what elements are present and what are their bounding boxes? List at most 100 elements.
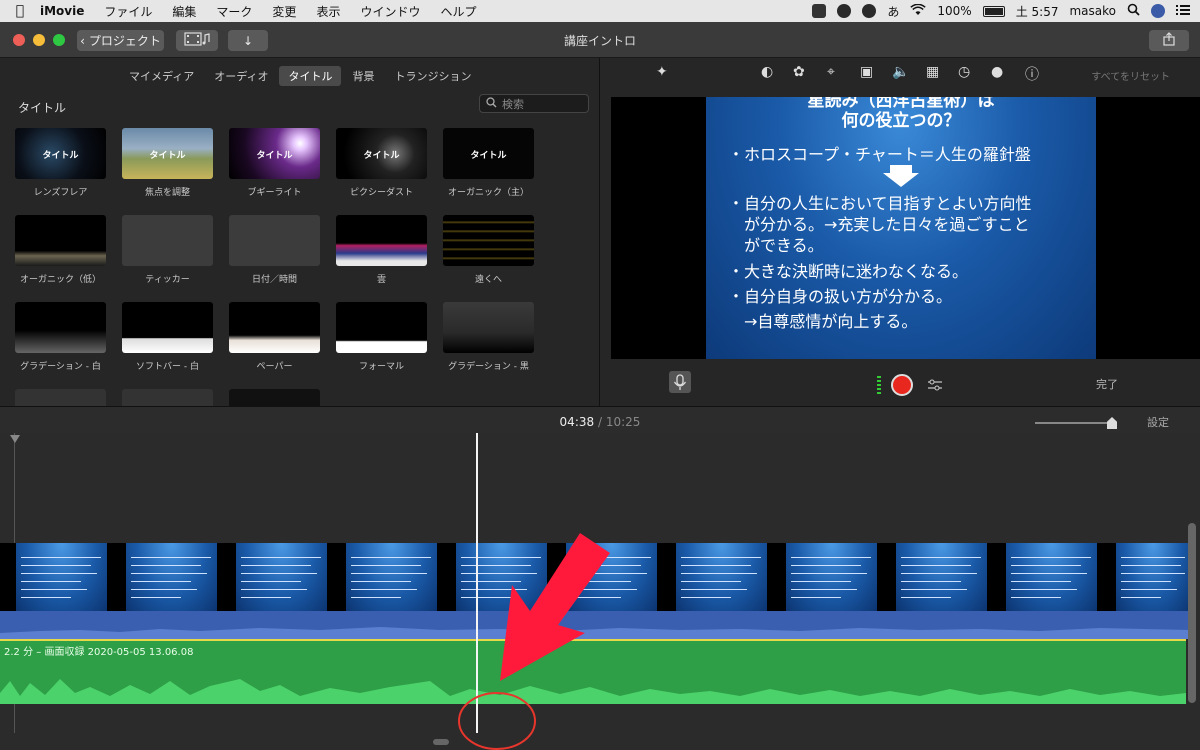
equalizer-icon[interactable]: ▦ <box>926 64 939 80</box>
timeline-horizontal-scrollbar[interactable] <box>433 739 449 745</box>
timecode: 04:38 / 10:25 <box>0 415 1200 429</box>
tab-audio[interactable]: オーディオ <box>205 66 277 86</box>
title-item[interactable]: タイトル ピクシーダスト <box>336 128 427 215</box>
time-separator: / <box>597 415 603 429</box>
film-frame <box>566 543 657 611</box>
title-item[interactable]: オーガニック（低） <box>15 215 106 302</box>
timeline[interactable]: 2.2 分 – 画面収録 2020-05-05 13.06.08 <box>0 433 1200 750</box>
video-filmstrip[interactable] <box>0 543 1190 611</box>
menubar-clock[interactable]: 土 5:57 <box>1016 3 1059 20</box>
title-item[interactable]: 雲 <box>336 215 427 302</box>
title-item-label: レンズフレア <box>33 188 88 198</box>
magic-wand-icon[interactable]: ✦ <box>656 64 668 80</box>
title-item[interactable] <box>122 389 213 406</box>
slide-bullet: ・ホロスコープ・チャート＝人生の羅針盤 <box>728 145 1031 164</box>
speed-icon[interactable]: ◷ <box>958 64 970 80</box>
menu-modify[interactable]: 変更 <box>272 3 296 20</box>
title-item[interactable]: タイトル レンズフレア <box>15 128 106 215</box>
slide-arrow-down-icon <box>883 173 919 187</box>
title-item-label: オーガニック（主） <box>447 188 529 198</box>
clip-filter-icon[interactable]: ● <box>991 64 1003 80</box>
tab-titles[interactable]: タイトル <box>279 66 342 86</box>
stabilization-icon[interactable]: ▣ <box>860 64 873 80</box>
search-placeholder: 検索 <box>502 97 524 111</box>
title-item[interactable] <box>229 389 320 406</box>
siri-icon[interactable] <box>1151 4 1165 18</box>
title-item-label: 雲 <box>376 275 386 285</box>
menu-mark[interactable]: マーク <box>216 3 252 20</box>
film-frame <box>896 543 987 611</box>
record-button[interactable] <box>891 374 913 396</box>
zoom-slider-track[interactable] <box>1035 422 1115 424</box>
spotlight-icon[interactable] <box>1127 3 1140 19</box>
title-item[interactable]: フォーマル <box>336 302 427 389</box>
thumbnail-text: タイトル <box>256 151 293 161</box>
audio-clip[interactable]: 2.2 分 – 画面収録 2020-05-05 13.06.08 <box>0 641 1186 704</box>
start-triangle-icon <box>10 435 20 443</box>
color-balance-icon[interactable]: ◐ <box>761 64 773 80</box>
volume-icon[interactable]: 🔈 <box>892 64 909 80</box>
tab-backgrounds[interactable]: 背景 <box>343 66 383 86</box>
tab-my-media[interactable]: マイメディア <box>120 66 203 86</box>
slide-bullet: が分かる。→充実した日々を過ごすこと <box>728 215 1030 234</box>
playhead[interactable] <box>476 433 478 733</box>
title-item-label: ソフトバー - 白 <box>136 362 199 372</box>
color-correction-icon[interactable]: ✿ <box>793 64 805 80</box>
title-item[interactable]: タイトル ブギーライト <box>229 128 320 215</box>
menu-view[interactable]: 表示 <box>316 3 340 20</box>
apple-menu-icon[interactable]:  <box>0 3 40 19</box>
menu-help[interactable]: ヘルプ <box>440 3 476 20</box>
menu-file[interactable]: ファイル <box>104 3 152 20</box>
share-icon <box>1163 32 1175 49</box>
film-frame <box>456 543 547 611</box>
video-audio-waveform[interactable] <box>0 611 1190 639</box>
title-item[interactable]: 日付／時間 <box>229 215 320 302</box>
slide-bullet: ・自分の人生において目指すとよい方向性 <box>728 194 1032 213</box>
title-item-label: グラデーション - 白 <box>20 362 101 372</box>
title-item[interactable]: ティッカー <box>122 215 213 302</box>
title-item-label: グラデーション - 黒 <box>448 362 529 372</box>
preview-viewer[interactable]: 星読み（西洋占星術）は 何の役立つの？ ・ホロスコープ・チャート＝人生の羅針盤 … <box>611 97 1200 359</box>
content-browser: マイメディア オーディオ タイトル 背景 トランジション タイトル 検索 タイト… <box>0 58 600 406</box>
title-item[interactable]: ペーパー <box>229 302 320 389</box>
search-field[interactable]: 検索 <box>479 94 589 113</box>
line-app-icon[interactable] <box>837 4 852 18</box>
title-item-label: ピクシーダスト <box>349 188 413 198</box>
title-item[interactable]: ソフトバー - 白 <box>122 302 213 389</box>
crop-icon[interactable]: ⌖ <box>827 64 835 80</box>
notification-center-icon[interactable] <box>1176 4 1190 19</box>
menu-app[interactable]: iMovie <box>40 4 84 18</box>
title-item[interactable]: 遠くへ <box>443 215 534 302</box>
thumbnail-text: タイトル <box>42 151 79 161</box>
tab-transitions[interactable]: トランジション <box>385 66 480 86</box>
film-frame <box>786 543 877 611</box>
menu-edit[interactable]: 編集 <box>172 3 196 20</box>
title-thumbnail: タイトル <box>336 128 427 179</box>
film-frame <box>676 543 767 611</box>
timeline-vertical-scrollbar[interactable] <box>1188 523 1196 703</box>
title-grid: タイトル レンズフレア タイトル 焦点を調整 タイトル ブギーライト タイトル … <box>15 128 534 406</box>
title-item-label: ティッカー <box>145 275 190 285</box>
menu-window[interactable]: ウインドウ <box>360 3 420 20</box>
share-button[interactable] <box>1149 30 1189 51</box>
title-item[interactable]: タイトル 焦点を調整 <box>122 128 213 215</box>
reset-all-button[interactable]: すべてをリセット <box>1091 68 1170 83</box>
info-icon[interactable]: ⓘ <box>1025 64 1039 84</box>
settings-button[interactable]: 設定 <box>1147 414 1169 430</box>
wifi-icon[interactable] <box>910 3 927 19</box>
voiceover-options-icon[interactable] <box>927 377 943 397</box>
menubar-user[interactable]: masako <box>1069 4 1116 18</box>
title-item[interactable] <box>15 389 106 406</box>
title-item[interactable]: タイトル オーガニック（主） <box>443 128 534 215</box>
status-app-icon[interactable] <box>862 4 877 18</box>
title-item[interactable]: グラデーション - 黒 <box>443 302 534 389</box>
input-method-indicator[interactable]: あ <box>887 3 899 20</box>
thumbnail-text: タイトル <box>149 151 186 161</box>
battery-icon[interactable] <box>982 5 1005 17</box>
zoom-app-icon[interactable] <box>812 4 827 18</box>
browser-section-title: タイトル <box>18 101 67 115</box>
slide-bullet: →自尊感情が向上する。 <box>728 312 918 331</box>
microphone-icon[interactable] <box>669 371 691 393</box>
done-button[interactable]: 完了 <box>1096 376 1118 392</box>
title-item[interactable]: グラデーション - 白 <box>15 302 106 389</box>
